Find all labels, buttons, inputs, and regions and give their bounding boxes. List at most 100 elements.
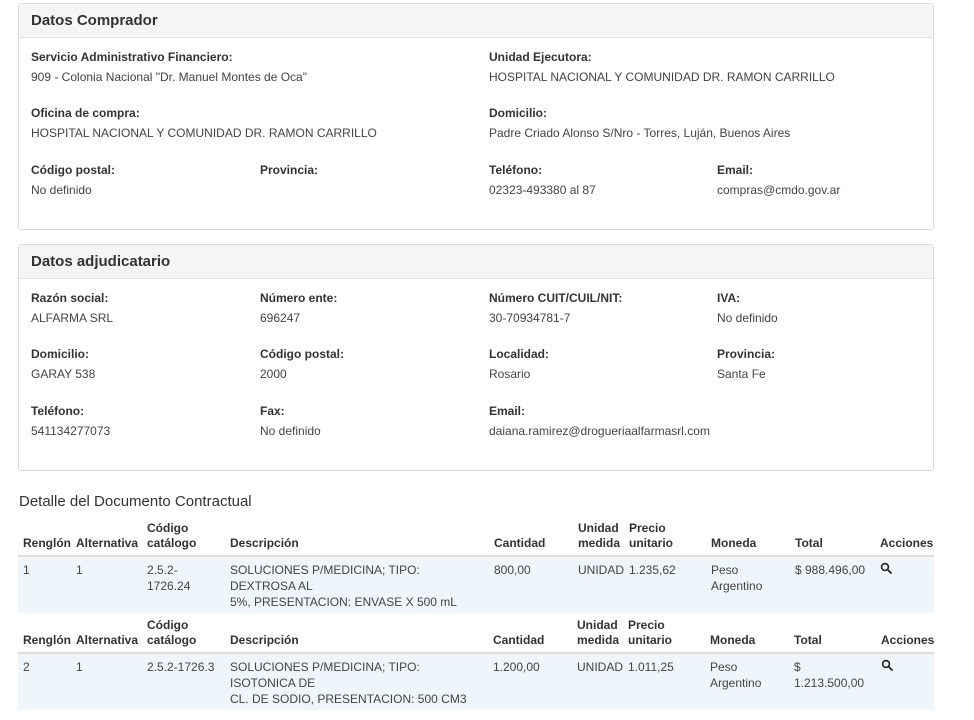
- col-descripcion: Descripción: [225, 616, 488, 654]
- adjudicatario-cp-value: 2000: [260, 367, 287, 381]
- col-cantidad: Cantidad: [489, 519, 573, 557]
- row-descripcion-line2: CL. DE SODIO, PRESENTACION: 500 CM3: [230, 692, 467, 706]
- col-codigo-catalogo: Código catálogo: [142, 616, 225, 654]
- localidad-field: Localidad: Rosario: [489, 346, 549, 382]
- adjudicatario-telefono-field: Teléfono: 541134277073: [31, 403, 110, 439]
- detalle-table-2: Renglón Alternativa Código catálogo Descr…: [18, 616, 934, 710]
- comprador-cp-value: No definido: [31, 183, 92, 197]
- col-precio-line1: Precio: [629, 521, 666, 535]
- row-descripcion-line2: 5%, PRESENTACION: ENVASE X 500 mL: [230, 595, 457, 609]
- row-descripcion-line1: SOLUCIONES P/MEDICINA; TIPO: DEXTROSA AL: [230, 563, 420, 593]
- comprador-domicilio-value: Padre Criado Alonso S/Nro - Torres, Lujá…: [489, 126, 791, 140]
- unidad-ejecutora-label: Unidad Ejecutora:: [489, 50, 592, 64]
- col-acciones: Acciones: [875, 519, 934, 557]
- iva-field: IVA: No definido: [717, 290, 778, 326]
- col-unidad-medida: Unidad medida: [573, 519, 624, 557]
- razon-social-value: ALFARMA SRL: [31, 311, 114, 325]
- row-descripcion: SOLUCIONES P/MEDICINA; TIPO: ISOTONICA D…: [225, 653, 488, 710]
- detalle-title: Detalle del Documento Contractual: [19, 493, 252, 510]
- row-acciones: [875, 556, 934, 613]
- row-acciones: [876, 653, 934, 710]
- datos-adjudicatario-panel: Datos adjudicatario Razón social: ALFARM…: [18, 244, 934, 471]
- row-cantidad: 1.200,00: [488, 653, 572, 710]
- row-cantidad: 800,00: [489, 556, 573, 613]
- col-moneda: Moneda: [705, 616, 789, 654]
- comprador-cp-label: Código postal:: [31, 163, 115, 177]
- row-moneda-line2: Argentino: [711, 579, 763, 593]
- detalle-table-1: Renglón Alternativa Código catálogo Descr…: [18, 519, 934, 613]
- search-icon[interactable]: [880, 562, 892, 574]
- row-alternativa: 1: [71, 556, 142, 613]
- razon-social-label: Razón social:: [31, 291, 109, 305]
- comprador-domicilio-label: Domicilio:: [489, 106, 548, 120]
- row-unidad: UNIDAD: [573, 556, 624, 613]
- detalle-header-row: Renglón Alternativa Código catálogo Descr…: [18, 616, 934, 654]
- row-descripcion: SOLUCIONES P/MEDICINA; TIPO: DEXTROSA AL…: [225, 556, 489, 613]
- row-moneda-line1: Peso: [711, 563, 739, 577]
- fax-label: Fax:: [260, 404, 285, 418]
- col-precio-unitario: Precio unitario: [624, 519, 706, 557]
- localidad-value: Rosario: [489, 367, 531, 381]
- datos-adjudicatario-header: Datos adjudicatario: [19, 245, 933, 279]
- comprador-telefono-field: Teléfono: 02323-493380 al 87: [489, 162, 596, 198]
- numero-ente-label: Número ente:: [260, 291, 338, 305]
- row-moneda: Peso Argentino: [706, 556, 790, 613]
- row-unidad: UNIDAD: [572, 653, 623, 710]
- datos-adjudicatario-title: Datos adjudicatario: [31, 253, 171, 270]
- col-unidad-line2: medida: [577, 633, 620, 647]
- oficina-compra-label: Oficina de compra:: [31, 106, 140, 120]
- col-unidad-line2: medida: [578, 536, 621, 550]
- comprador-email-value: compras@cmdo.gov.ar: [717, 183, 841, 197]
- col-unidad-line1: Unidad: [577, 618, 618, 632]
- detalle-header-row: Renglón Alternativa Código catálogo Descr…: [18, 519, 934, 557]
- adjudicatario-email-field: Email: daiana.ramirez@drogueriaalfarmasr…: [489, 403, 710, 439]
- col-moneda: Moneda: [706, 519, 790, 557]
- fax-value: No definido: [260, 424, 321, 438]
- numero-ente-value: 696247: [260, 311, 301, 325]
- col-alternativa: Alternativa: [71, 519, 142, 557]
- comprador-domicilio-field: Domicilio: Padre Criado Alonso S/Nro - T…: [489, 105, 790, 141]
- adjudicatario-provincia-label: Provincia:: [717, 347, 776, 361]
- iva-label: IVA:: [717, 291, 741, 305]
- col-acciones: Acciones: [876, 616, 934, 654]
- cuit-field: Número CUIT/CUIL/NIT: 30-70934781-7: [489, 290, 622, 326]
- row-codigo: 2.5.2-1726.24: [142, 556, 225, 613]
- row-precio: 1.235,62: [624, 556, 706, 613]
- adjudicatario-email-label: Email:: [489, 404, 526, 418]
- comprador-provincia-label: Provincia:: [260, 163, 319, 177]
- razon-social-field: Razón social: ALFARMA SRL: [31, 290, 113, 326]
- col-precio-line2: unitario: [628, 633, 672, 647]
- adjudicatario-email-value: daiana.ramirez@drogueriaalfarmasrl.com: [489, 424, 710, 438]
- unidad-ejecutora-value: HOSPITAL NACIONAL Y COMUNIDAD DR. RAMON …: [489, 70, 835, 84]
- datos-comprador-title: Datos Comprador: [31, 12, 158, 29]
- search-icon[interactable]: [881, 659, 893, 671]
- adjudicatario-cp-label: Código postal:: [260, 347, 344, 361]
- row-moneda: Peso Argentino: [705, 653, 789, 710]
- adjudicatario-telefono-value: 541134277073: [31, 424, 111, 438]
- col-codigo-line1: Código: [147, 521, 189, 535]
- iva-value: No definido: [717, 311, 778, 325]
- col-codigo-line1: Código: [147, 618, 189, 632]
- adjudicatario-domicilio-value: GARAY 538: [31, 367, 96, 381]
- row-renglon: 2: [18, 653, 71, 710]
- table-row: 1 1 2.5.2-1726.24 SOLUCIONES P/MEDICINA;…: [18, 556, 934, 613]
- oficina-compra-field: Oficina de compra: HOSPITAL NACIONAL Y C…: [31, 105, 377, 141]
- row-descripcion-line1: SOLUCIONES P/MEDICINA; TIPO: ISOTONICA D…: [230, 660, 420, 690]
- col-precio-line1: Precio: [628, 618, 665, 632]
- col-total: Total: [789, 616, 876, 654]
- col-unidad-line1: Unidad: [578, 521, 619, 535]
- col-descripcion: Descripción: [225, 519, 489, 557]
- col-cantidad: Cantidad: [488, 616, 572, 654]
- comprador-email-field: Email: compras@cmdo.gov.ar: [717, 162, 840, 198]
- col-total: Total: [790, 519, 875, 557]
- cuit-value: 30-70934781-7: [489, 311, 571, 325]
- row-moneda-line1: Peso: [710, 660, 738, 674]
- table-row: 2 1 2.5.2-1726.3 SOLUCIONES P/MEDICINA; …: [18, 653, 934, 710]
- col-codigo-line2: catálogo: [147, 633, 197, 647]
- adjudicatario-domicilio-label: Domicilio:: [31, 347, 90, 361]
- row-moneda-line2: Argentino: [710, 676, 762, 690]
- saf-label: Servicio Administrativo Financiero:: [31, 50, 233, 64]
- col-renglon: Renglón: [18, 519, 71, 557]
- adjudicatario-domicilio-field: Domicilio: GARAY 538: [31, 346, 95, 382]
- numero-ente-field: Número ente: 696247: [260, 290, 337, 326]
